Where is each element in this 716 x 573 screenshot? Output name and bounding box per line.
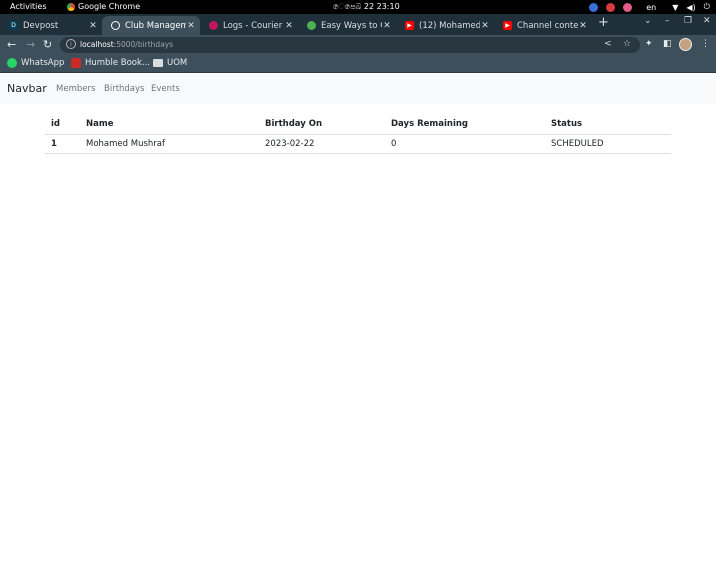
bookmark-folder-uom[interactable]: UOM [153, 58, 187, 68]
new-tab-plus-icon[interactable]: + [598, 15, 609, 30]
close-icon[interactable]: ✕ [480, 21, 490, 31]
share-icon[interactable]: < [604, 39, 612, 49]
cell-status: SCHEDULED [545, 134, 671, 154]
url-text[interactable]: localhost:5000/birthdays [80, 40, 173, 49]
nav-link-members[interactable]: Members [56, 84, 95, 94]
page-content: Navbar Members Birthdays Events id Name … [0, 74, 716, 573]
youtube-icon: ▶ [405, 21, 414, 30]
birthdays-table: id Name Birthday On Days Remaining Statu… [45, 115, 671, 154]
system-tray: en ▼ ◀) ⏻ [589, 1, 710, 13]
clock[interactable]: ෙපෙබ 22 23:10 [333, 2, 400, 12]
tab-easy-ways[interactable]: Easy Ways to Celebrate ✕ [298, 16, 396, 35]
record-icon[interactable] [606, 2, 616, 12]
side-panel-icon[interactable]: ◧ [663, 39, 672, 49]
tab-devpost[interactable]: D Devpost ✕ [0, 16, 102, 35]
site-icon [307, 21, 316, 30]
nav-link-birthdays[interactable]: Birthdays [104, 84, 144, 94]
volume-icon[interactable]: ◀) [686, 3, 695, 12]
cell-name: Mohamed Mushraf [80, 134, 259, 154]
youtube-icon: ▶ [503, 21, 512, 30]
globe-icon [111, 21, 120, 30]
tab-club-management[interactable]: Club Management ✕ [102, 16, 200, 35]
address-bar[interactable]: i localhost:5000/birthdays < ☆ [60, 37, 640, 53]
close-icon[interactable]: ✕ [382, 21, 392, 31]
close-icon[interactable]: ✕ [88, 21, 98, 31]
power-icon[interactable]: ⏻ [704, 2, 710, 12]
tab-logs-courier[interactable]: Logs - Courier ✕ [200, 16, 298, 35]
table-header-row: id Name Birthday On Days Remaining Statu… [45, 115, 671, 135]
site-info-icon[interactable]: i [66, 39, 76, 49]
close-window-icon[interactable]: ✕ [703, 16, 711, 26]
courier-icon [209, 21, 218, 30]
app-menu[interactable]: Google Chrome [67, 2, 140, 11]
nav-link-events[interactable]: Events [151, 84, 180, 94]
activities-button[interactable]: Activities [10, 2, 47, 11]
menu-kebab-icon[interactable]: ⋮ [701, 39, 710, 49]
site-navbar: Navbar Members Birthdays Events [0, 74, 716, 104]
column-header-id: id [45, 115, 80, 135]
devpost-icon: D [9, 21, 18, 30]
column-header-birthday: Birthday On [259, 115, 385, 135]
table-row: 1 Mohamed Mushraf 2023-02-22 0 SCHEDULED [45, 134, 671, 154]
language-indicator[interactable]: en [646, 3, 656, 12]
back-arrow-icon[interactable]: ← [7, 38, 16, 51]
bookmark-humble-bundle[interactable]: Humble Book... [71, 58, 150, 68]
reload-icon[interactable]: ↻ [43, 38, 52, 51]
column-header-status: Status [545, 115, 671, 135]
vpn-icon[interactable] [589, 2, 599, 12]
wifi-icon[interactable]: ▼ [672, 3, 678, 12]
app-name: Google Chrome [78, 2, 141, 11]
column-header-days-remaining: Days Remaining [385, 115, 545, 135]
cell-birthday: 2023-02-22 [259, 134, 385, 154]
whatsapp-icon [7, 58, 17, 68]
cell-days-remaining: 0 [385, 134, 545, 154]
bookmarks-bar: WhatsApp Humble Book... UOM [0, 55, 716, 73]
close-icon[interactable]: ✕ [578, 21, 588, 31]
extensions-puzzle-icon[interactable]: ✦ [645, 39, 653, 49]
bookmark-whatsapp[interactable]: WhatsApp [7, 58, 64, 68]
browser-toolbar: ← → ↻ i localhost:5000/birthdays < ☆ ✦ ◧… [0, 35, 716, 55]
close-icon[interactable]: ✕ [284, 21, 294, 31]
navbar-brand[interactable]: Navbar [7, 82, 47, 95]
app-indicator-icon[interactable] [623, 2, 633, 12]
minimize-icon[interactable]: – [665, 16, 670, 26]
tab-channel-content[interactable]: ▶ Channel content ✕ [494, 16, 592, 35]
humble-bundle-icon [71, 58, 81, 68]
cell-id: 1 [45, 134, 80, 154]
profile-avatar[interactable] [679, 38, 692, 51]
bookmark-star-icon[interactable]: ☆ [623, 39, 631, 49]
restore-icon[interactable]: ❐ [684, 16, 692, 26]
system-top-bar: Activities Google Chrome ෙපෙබ 22 23:10 e… [0, 0, 716, 14]
folder-icon [153, 59, 163, 67]
chrome-icon [67, 2, 75, 11]
tab-youtube-profile[interactable]: ▶ (12) Mohamed Mushraf ✕ [396, 16, 494, 35]
close-icon[interactable]: ✕ [186, 21, 196, 31]
tab-search-chevron-icon[interactable]: ⌄ [644, 16, 652, 26]
column-header-name: Name [80, 115, 259, 135]
forward-arrow-icon[interactable]: → [26, 38, 35, 51]
